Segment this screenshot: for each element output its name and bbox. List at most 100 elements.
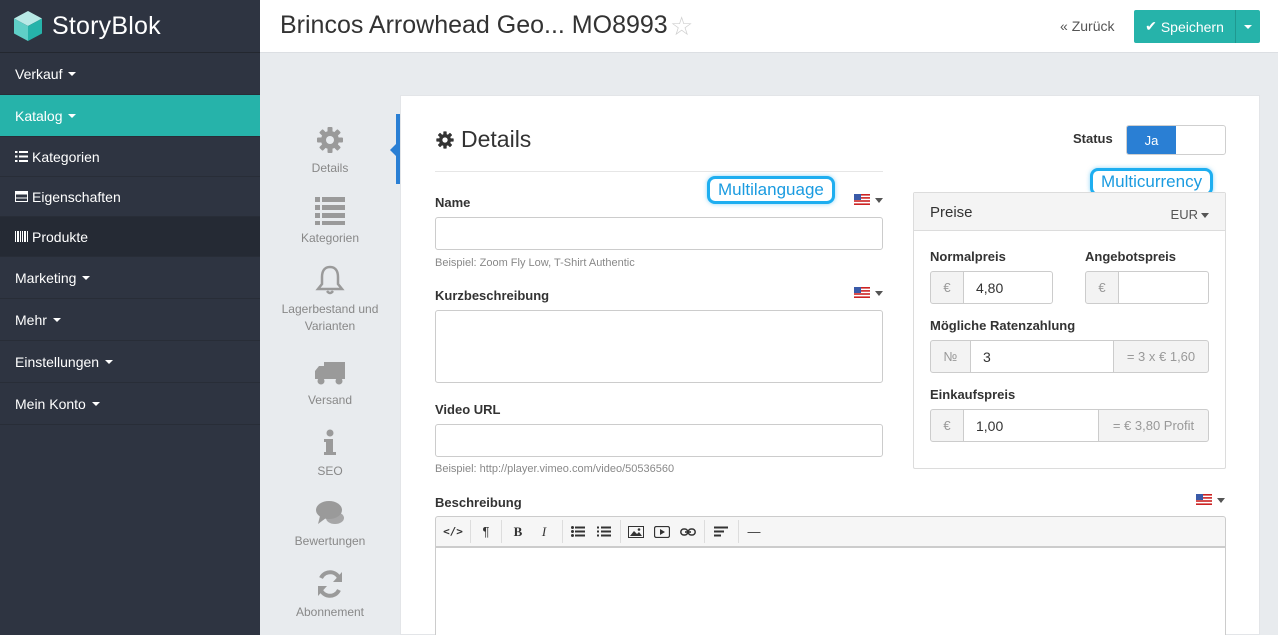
caret-down-icon — [105, 359, 114, 364]
us-flag-icon[interactable] — [854, 194, 870, 205]
table-icon — [15, 191, 28, 202]
sidebar-item-einstellungen[interactable]: Einstellungen — [0, 341, 260, 383]
paragraph-button[interactable]: ¶ — [474, 517, 498, 546]
name-help: Beispiel: Zoom Fly Low, T-Shirt Authenti… — [435, 257, 635, 269]
comments-icon — [316, 501, 344, 524]
sidebar-item-eigenschaften[interactable]: Eigenschaften — [0, 177, 260, 217]
name-input[interactable] — [435, 217, 883, 250]
link-icon[interactable] — [677, 517, 699, 546]
tab-seo[interactable]: SEO — [260, 428, 400, 478]
list-icon — [15, 151, 28, 162]
installment-label: Mögliche Ratenzahlung — [930, 318, 1076, 333]
refresh-icon — [318, 570, 342, 598]
currency-select[interactable]: EUR — [1171, 207, 1198, 222]
caret-down-icon — [52, 317, 61, 322]
caret-down-icon[interactable] — [875, 198, 883, 203]
back-label: Zurück — [1071, 18, 1115, 34]
euro-addon: € — [930, 271, 964, 304]
save-button[interactable]: ✔ Speichern — [1134, 10, 1235, 43]
sidebar-item-label: Verkauf — [15, 65, 63, 82]
euro-addon: € — [930, 409, 964, 442]
top-header: Brincos Arrowhead Geo... MO8993 ☆ « Zurü… — [260, 0, 1278, 53]
gear-icon — [317, 127, 343, 153]
tab-bewertungen[interactable]: Bewertungen — [260, 498, 400, 548]
page-title: Brincos Arrowhead Geo... MO8993 — [280, 11, 668, 39]
sidebar-item-katalog[interactable]: Katalog — [0, 95, 260, 137]
align-icon[interactable] — [709, 517, 733, 546]
toolbar-separator — [562, 520, 563, 543]
caret-down-icon[interactable] — [1217, 498, 1225, 503]
tab-label: Kategorien — [300, 231, 360, 245]
offer-price-label: Angebotspreis — [1085, 249, 1177, 264]
back-link[interactable]: « Zurück — [1060, 18, 1114, 34]
save-dropdown-toggle[interactable] — [1235, 10, 1260, 43]
logo[interactable]: StoryBlok — [0, 0, 260, 53]
toolbar-separator — [620, 520, 621, 543]
tab-abonnement[interactable]: Abonnement — [260, 569, 400, 619]
sidebar-item-mein-konto[interactable]: Mein Konto — [0, 383, 260, 425]
euro-addon: € — [1085, 271, 1119, 304]
description-label: Beschreibung — [435, 495, 522, 510]
status-toggle[interactable]: Ja — [1126, 125, 1226, 155]
details-card: Details Status Ja Name Beispiel: Zoom Fl… — [400, 95, 1260, 635]
caret-down-icon[interactable] — [1201, 213, 1209, 218]
tab-label: Bewertungen — [294, 534, 366, 548]
section-title: Details — [435, 126, 531, 153]
short-description-label: Kurzbeschreibung — [435, 288, 550, 303]
sidebar-item-label: Mehr — [15, 311, 47, 328]
sidebar-item-marketing[interactable]: Marketing — [0, 257, 260, 299]
purchase-price-label: Einkaufspreis — [930, 387, 1016, 402]
bullet-list-icon[interactable] — [567, 517, 589, 546]
truck-icon — [315, 362, 345, 385]
barcode-icon — [15, 231, 28, 242]
purchase-price-input[interactable]: 1,00 — [963, 409, 1099, 442]
tab-label: SEO — [317, 464, 343, 478]
us-flag-icon[interactable] — [1196, 494, 1212, 505]
installment-input[interactable]: 3 — [970, 340, 1114, 373]
numbered-list-icon[interactable] — [593, 517, 615, 546]
caret-down-icon[interactable] — [875, 291, 883, 296]
video-url-input[interactable] — [435, 424, 883, 457]
sidebar-item-mehr[interactable]: Mehr — [0, 299, 260, 341]
number-addon: № — [930, 340, 971, 373]
code-view-button[interactable]: </> — [439, 517, 467, 546]
tab-kategorien[interactable]: Kategorien — [260, 195, 400, 245]
horizontal-rule-button[interactable]: — — [743, 517, 765, 546]
video-url-help: Beispiel: http://player.vimeo.com/video/… — [435, 463, 675, 475]
info-icon — [324, 429, 336, 455]
status-toggle-on: Ja — [1127, 126, 1176, 154]
toolbar-separator — [470, 520, 471, 543]
image-icon[interactable] — [625, 517, 647, 546]
video-icon[interactable] — [651, 517, 673, 546]
tab-versand[interactable]: Versand — [260, 357, 400, 407]
sidebar-item-label: Produkte — [32, 228, 89, 245]
offer-price-input[interactable] — [1118, 271, 1209, 304]
profit-result: = € 3,80 Profit — [1098, 409, 1209, 442]
prices-header: Preise EUR — [914, 193, 1225, 231]
us-flag-icon[interactable] — [854, 287, 870, 298]
section-title-label: Details — [461, 126, 532, 152]
tab-details[interactable]: Details — [260, 125, 400, 175]
star-icon[interactable]: ☆ — [670, 11, 693, 42]
sidebar: StoryBlok Verkauf Katalog Kategorien Eig… — [0, 0, 260, 635]
sidebar-item-label: Marketing — [15, 269, 77, 286]
editor-toolbar: </> ¶ B I — — [435, 516, 1226, 547]
sidebar-item-kategorien[interactable]: Kategorien — [0, 137, 260, 177]
sidebar-item-produkte[interactable]: Produkte — [0, 217, 260, 257]
name-label: Name — [435, 195, 471, 210]
regular-price-input[interactable]: 4,80 — [963, 271, 1053, 304]
bold-button[interactable]: B — [507, 517, 529, 546]
tab-lagerbestand[interactable]: Lagerbestand und Varianten — [260, 265, 400, 335]
caret-down-icon — [68, 113, 77, 118]
app-name: StoryBlok — [52, 11, 161, 40]
toolbar-separator — [738, 520, 739, 543]
short-description-textarea[interactable] — [435, 310, 883, 383]
check-icon: ✔ — [1145, 18, 1157, 34]
active-tab-arrow — [390, 143, 397, 157]
description-editor[interactable] — [435, 546, 1226, 635]
sidebar-item-label: Katalog — [15, 107, 63, 124]
bell-icon — [315, 265, 345, 295]
italic-button[interactable]: I — [533, 517, 555, 546]
save-label: Speichern — [1160, 18, 1224, 35]
sidebar-item-verkauf[interactable]: Verkauf — [0, 53, 260, 95]
